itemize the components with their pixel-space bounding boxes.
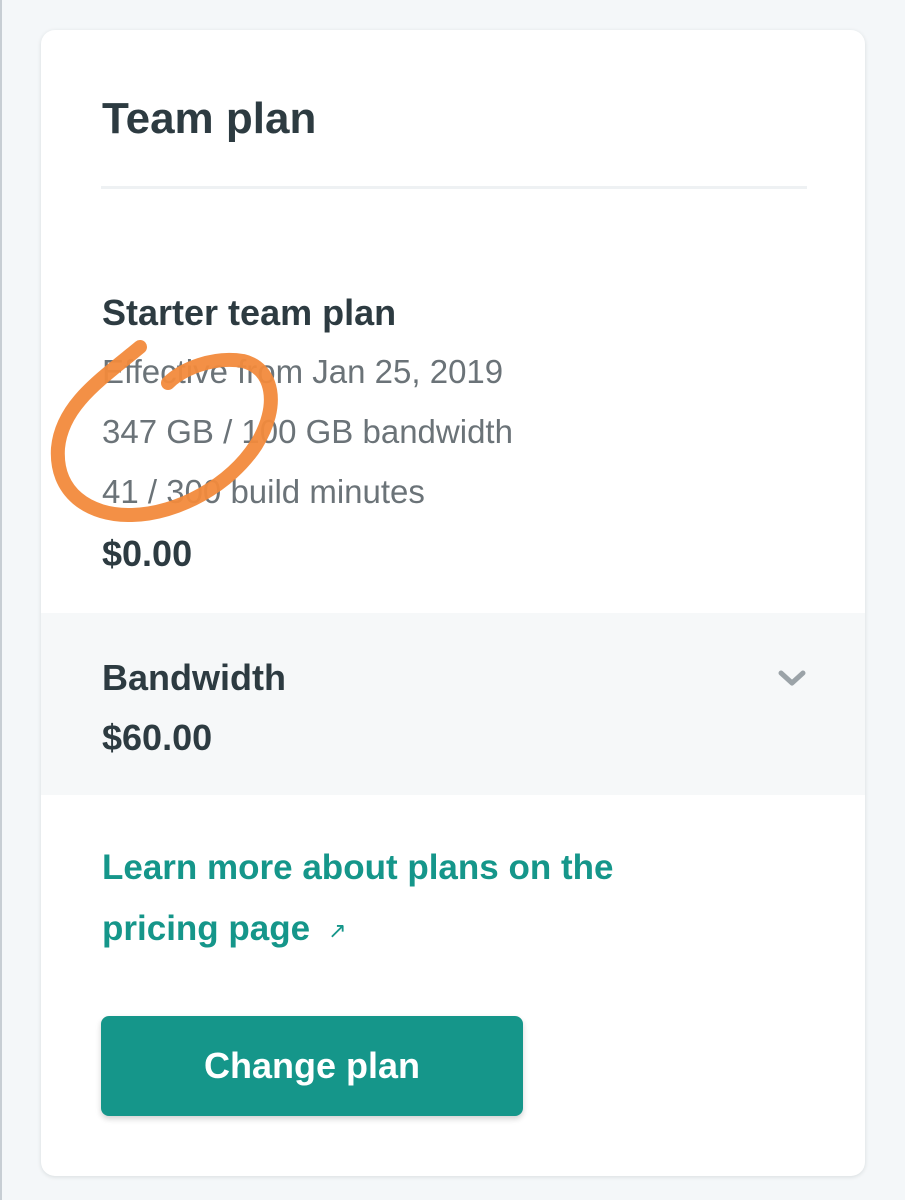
plan-bandwidth-usage: 347 GB / 100 GB bandwidth	[102, 413, 513, 450]
plan-build-minutes: 41 / 300 build minutes	[102, 473, 425, 510]
addon-name: Bandwidth	[102, 657, 286, 698]
plan-price: $0.00	[102, 533, 193, 574]
bandwidth-addon-row[interactable]: Bandwidth $60.00	[41, 613, 865, 795]
pricing-page-link[interactable]: Learn more about plans on the pricing pa…	[102, 837, 722, 961]
change-plan-button[interactable]: Change plan	[101, 1016, 523, 1116]
addon-price: $60.00	[102, 717, 213, 758]
plan-effective-date: Effective from Jan 25, 2019	[102, 353, 504, 390]
card-title: Team plan	[102, 94, 317, 143]
team-plan-card: Team plan Starter team plan Effective fr…	[41, 30, 865, 1176]
plan-name: Starter team plan	[102, 292, 397, 333]
external-arrow-icon: ↗	[328, 918, 347, 944]
pricing-link-label: Learn more about plans on the pricing pa…	[102, 848, 614, 948]
page-left-edge	[0, 0, 2, 1200]
chevron-down-icon[interactable]	[775, 661, 809, 695]
title-divider	[101, 186, 807, 189]
